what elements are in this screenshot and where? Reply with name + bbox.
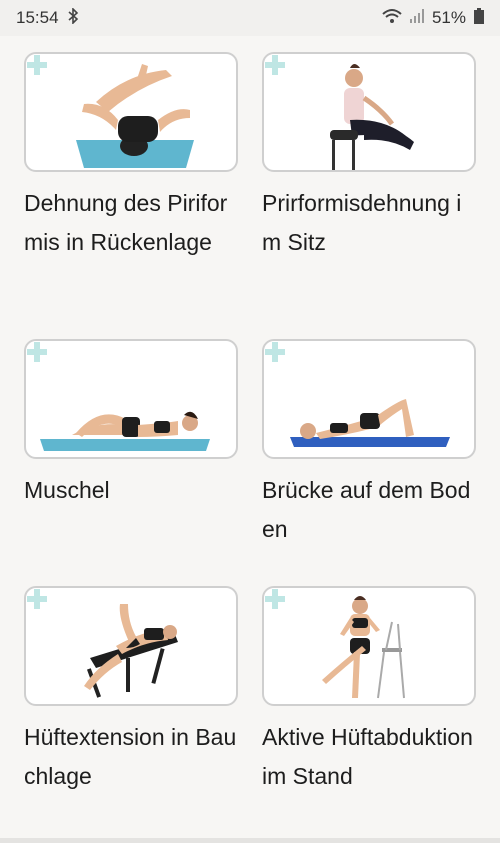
- status-time: 15:54: [16, 8, 59, 27]
- exercise-card[interactable]: Aktive Hüftabduktion im Stand: [262, 586, 476, 796]
- battery-percent: 51%: [431, 8, 466, 27]
- exercise-thumbnail[interactable]: [24, 339, 238, 459]
- add-icon[interactable]: [26, 341, 48, 363]
- bottom-divider: [0, 838, 500, 843]
- exercise-title[interactable]: Brücke auf dem Boden: [262, 471, 476, 549]
- exercise-title[interactable]: Prirformisdehnung im Sitz: [262, 184, 476, 262]
- status-bar: 15:54 51%: [0, 0, 500, 36]
- exercise-thumbnail[interactable]: [262, 52, 476, 172]
- add-icon[interactable]: [26, 54, 48, 76]
- add-icon[interactable]: [26, 588, 48, 610]
- add-icon[interactable]: [264, 588, 286, 610]
- exercise-title[interactable]: Muschel: [24, 471, 238, 510]
- lying-stretch-figure-icon: [76, 64, 194, 168]
- exercise-title[interactable]: Hüftextension in Bauchlage: [24, 718, 238, 796]
- exercise-thumbnail[interactable]: [24, 586, 238, 706]
- exercise-card[interactable]: Muschel: [24, 339, 238, 510]
- exercise-title[interactable]: Aktive Hüftabduktion im Stand: [262, 718, 476, 796]
- add-icon[interactable]: [264, 341, 286, 363]
- exercise-card[interactable]: Dehnung des Piriformis in Rückenlage: [24, 52, 238, 262]
- exercise-title[interactable]: Dehnung des Piriformis in Rückenlage: [24, 184, 238, 262]
- add-icon[interactable]: [264, 54, 286, 76]
- prone-hip-extension-figure-icon: [84, 604, 178, 698]
- seated-stretch-figure-icon: [330, 64, 414, 170]
- exercise-card[interactable]: Hüftextension in Bauchlage: [24, 586, 238, 796]
- exercise-card[interactable]: Brücke auf dem Boden: [262, 339, 476, 549]
- standing-abduction-figure-icon: [322, 596, 405, 699]
- bluetooth-icon: [67, 6, 79, 29]
- exercise-thumbnail[interactable]: [262, 339, 476, 459]
- exercise-thumbnail[interactable]: [262, 586, 476, 706]
- battery-icon: [474, 7, 484, 29]
- exercise-card[interactable]: Prirformisdehnung im Sitz: [262, 52, 476, 262]
- wifi-icon: [382, 8, 402, 29]
- signal-icon: [409, 8, 424, 28]
- exercise-thumbnail[interactable]: [24, 52, 238, 172]
- side-lying-clam-figure-icon: [40, 411, 210, 451]
- bridge-figure-icon: [290, 399, 450, 447]
